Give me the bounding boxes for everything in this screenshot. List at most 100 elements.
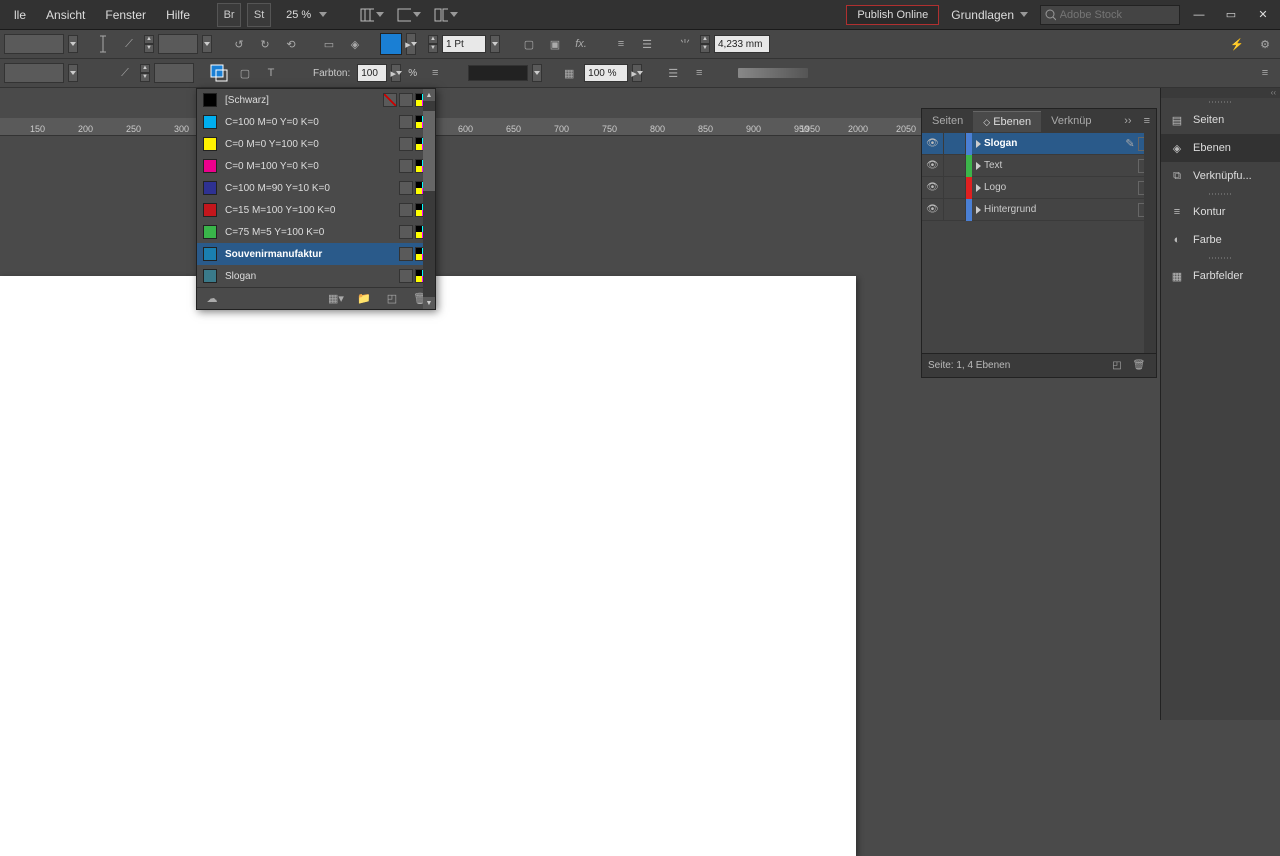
- align-icon[interactable]: ≡: [688, 62, 710, 84]
- expand-icon[interactable]: [976, 140, 981, 148]
- lock-toggle[interactable]: [944, 177, 966, 199]
- formatting-text-icon[interactable]: T: [260, 62, 282, 84]
- measure-input[interactable]: 4,233 mm: [714, 35, 770, 53]
- text-wrap-icon[interactable]: ≡: [610, 33, 632, 55]
- crop-icon[interactable]: ⺌: [674, 33, 696, 55]
- slider[interactable]: [738, 68, 808, 78]
- char-style-field[interactable]: [4, 34, 64, 54]
- swatch-row[interactable]: Souvenirmanufaktur: [197, 243, 435, 265]
- maximize-icon[interactable]: ▭: [1218, 6, 1244, 24]
- value-spinner[interactable]: ▲▼: [140, 64, 150, 82]
- expand-icon[interactable]: [976, 184, 981, 192]
- select-container-icon[interactable]: ▭: [318, 33, 340, 55]
- minimize-icon[interactable]: —: [1186, 6, 1212, 24]
- scrollbar[interactable]: ▲▼: [423, 89, 435, 309]
- new-swatch-icon[interactable]: ◰: [381, 288, 403, 310]
- view-options-icon[interactable]: [360, 3, 384, 27]
- visibility-toggle[interactable]: [922, 199, 944, 221]
- stroke-weight-spinner[interactable]: ▲▼: [428, 35, 438, 53]
- frame-icon[interactable]: ▣: [544, 33, 566, 55]
- close-icon[interactable]: ✕: [1250, 6, 1276, 24]
- layer-name[interactable]: Text: [972, 160, 1138, 171]
- scrollbar[interactable]: [1144, 133, 1156, 353]
- stroke-style[interactable]: [468, 65, 528, 81]
- rotate-cw-icon[interactable]: ↻: [254, 33, 276, 55]
- fx-icon[interactable]: fx.: [570, 33, 592, 55]
- flash-icon[interactable]: ⚡: [1226, 33, 1248, 55]
- layer-name[interactable]: Logo: [972, 182, 1138, 193]
- swatch-row[interactable]: C=0 M=0 Y=100 K=0: [197, 133, 435, 155]
- layer-name[interactable]: Hintergrund: [972, 204, 1138, 215]
- stock-icon[interactable]: St: [247, 3, 271, 27]
- rotate-ccw-icon[interactable]: ↺: [228, 33, 250, 55]
- opacity-input[interactable]: 100 %: [584, 64, 628, 82]
- value-spinner[interactable]: ▲▼: [144, 35, 154, 53]
- new-group-icon[interactable]: ▦▾: [325, 288, 347, 310]
- expand-icon[interactable]: [976, 162, 981, 170]
- layer-name[interactable]: Slogan: [972, 138, 1122, 149]
- fill-dropdown[interactable]: ▸: [406, 33, 416, 55]
- screen-mode-icon[interactable]: [397, 3, 421, 27]
- tab-layers[interactable]: ◇ Ebenen: [973, 111, 1041, 132]
- dock-item-swatches[interactable]: ▦Farbfelder: [1161, 262, 1280, 290]
- dock-item-stroke[interactable]: ≡Kontur: [1161, 198, 1280, 226]
- trash-icon[interactable]: 🗑: [1128, 355, 1150, 377]
- settings-icon[interactable]: ⚙: [1254, 33, 1276, 55]
- select-content-icon[interactable]: ◈: [344, 33, 366, 55]
- collapse-icon[interactable]: ››: [1118, 111, 1137, 131]
- panel-menu-icon[interactable]: ≡: [424, 62, 446, 84]
- search-input[interactable]: [1060, 9, 1175, 21]
- flip-icon[interactable]: ⟲: [280, 33, 302, 55]
- zoom-level[interactable]: 25 %: [286, 9, 327, 21]
- swatch-row[interactable]: C=100 M=90 Y=10 K=0: [197, 177, 435, 199]
- para-style-field[interactable]: [4, 63, 64, 83]
- menu-item[interactable]: Ansicht: [36, 4, 95, 26]
- menu-item[interactable]: lle: [4, 4, 36, 26]
- tab-pages[interactable]: Seiten: [922, 111, 973, 131]
- value-field[interactable]: [154, 63, 194, 83]
- formatting-container-icon[interactable]: ▢: [234, 62, 256, 84]
- layer-row[interactable]: Logo: [922, 177, 1156, 199]
- new-layer-icon[interactable]: ◰: [1106, 355, 1128, 377]
- lock-toggle[interactable]: [944, 199, 966, 221]
- swatch-row[interactable]: C=75 M=5 Y=100 K=0: [197, 221, 435, 243]
- panel-menu-icon[interactable]: ≡: [1138, 111, 1156, 131]
- lock-toggle[interactable]: [944, 133, 966, 155]
- tab-links[interactable]: Verknüp: [1041, 111, 1101, 131]
- corner-icon[interactable]: ▢: [518, 33, 540, 55]
- dropdown-icon[interactable]: [490, 35, 500, 53]
- dropdown-icon[interactable]: [68, 64, 78, 82]
- align-icon[interactable]: ☰: [662, 62, 684, 84]
- dock-item-color[interactable]: ◐Farbe: [1161, 226, 1280, 254]
- dropdown-icon[interactable]: [532, 64, 542, 82]
- swatch-row[interactable]: C=0 M=100 Y=0 K=0: [197, 155, 435, 177]
- dock-item-layers[interactable]: ◈Ebenen: [1161, 134, 1280, 162]
- expand-icon[interactable]: [976, 206, 981, 214]
- tint-input[interactable]: 100: [357, 64, 387, 82]
- publish-online-button[interactable]: Publish Online: [846, 5, 939, 25]
- dock-item-pages[interactable]: ▤Seiten: [1161, 106, 1280, 134]
- visibility-toggle[interactable]: [922, 177, 944, 199]
- panel-menu-icon[interactable]: ≡: [1254, 62, 1276, 84]
- opacity-dropdown[interactable]: ▸: [632, 64, 642, 82]
- measure-spinner[interactable]: ▲▼: [700, 35, 710, 53]
- document-page[interactable]: [0, 276, 856, 856]
- fill-stroke-toggle[interactable]: [208, 62, 230, 84]
- layer-row[interactable]: Hintergrund: [922, 199, 1156, 221]
- dropdown-icon[interactable]: [68, 35, 78, 53]
- arrange-icon[interactable]: [434, 3, 458, 27]
- swatch-row[interactable]: C=100 M=0 Y=0 K=0: [197, 111, 435, 133]
- folder-icon[interactable]: 📁: [353, 288, 375, 310]
- fill-swatch[interactable]: [380, 33, 402, 55]
- stock-search[interactable]: [1040, 5, 1180, 25]
- swatch-row[interactable]: C=15 M=100 Y=100 K=0: [197, 199, 435, 221]
- cloud-icon[interactable]: ☁: [201, 288, 223, 310]
- visibility-toggle[interactable]: [922, 133, 944, 155]
- text-wrap-icon[interactable]: ☰: [636, 33, 658, 55]
- tint-dropdown[interactable]: ▸: [391, 64, 401, 82]
- visibility-toggle[interactable]: [922, 155, 944, 177]
- swatch-row[interactable]: Slogan: [197, 265, 435, 287]
- value-field[interactable]: [158, 34, 198, 54]
- constrain-icon[interactable]: [92, 33, 114, 55]
- layer-row[interactable]: Slogan ✎: [922, 133, 1156, 155]
